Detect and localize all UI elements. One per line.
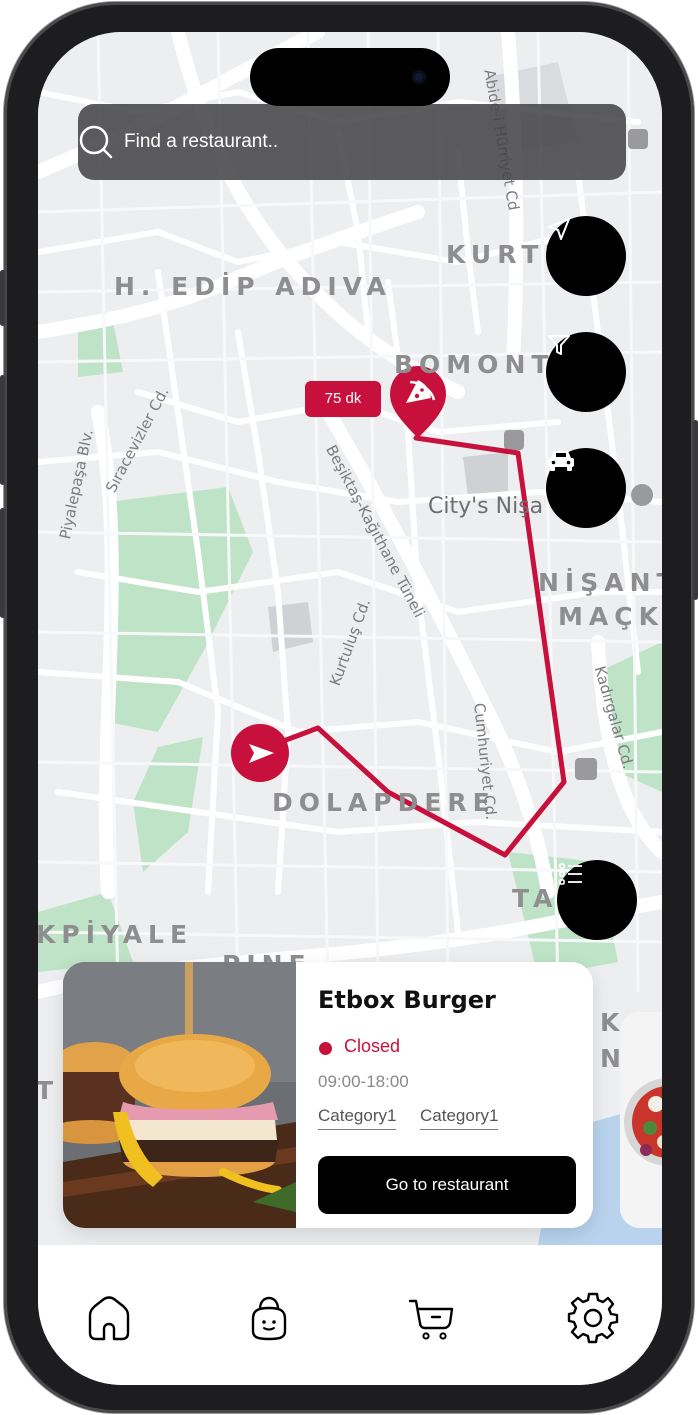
next-restaurant-card[interactable] (620, 1012, 662, 1228)
tab-home[interactable] (82, 1291, 136, 1345)
district-label: TA (512, 884, 559, 913)
bottom-tab-bar (38, 1245, 662, 1385)
screen: H. EDİP ADIVA KURTU BOMONT NİŞANT MAÇKA … (38, 32, 662, 1385)
list-view-button[interactable] (557, 860, 637, 940)
power-button (693, 420, 698, 600)
restaurant-photo (63, 962, 296, 1228)
go-to-restaurant-button[interactable]: Go to restaurant (318, 1156, 576, 1214)
district-label: NİŞANT (538, 568, 662, 597)
category-tag[interactable]: Category1 (318, 1106, 397, 1130)
metro-marker (504, 430, 524, 450)
map[interactable]: H. EDİP ADIVA KURTU BOMONT NİŞANT MAÇKA … (38, 32, 662, 1245)
opening-hours: 09:00-18:00 (318, 1072, 409, 1091)
tab-bag[interactable] (242, 1291, 296, 1345)
district-label: H. EDİP ADIVA (114, 272, 392, 301)
next-restaurant-photo (620, 1012, 662, 1228)
volume-down-button (0, 508, 5, 618)
status-text: Closed (344, 1036, 401, 1056)
search-icon[interactable] (78, 124, 114, 160)
locate-button[interactable] (546, 216, 626, 296)
origin-marker[interactable] (231, 724, 289, 782)
search-bar[interactable]: Find a restaurant.. (78, 104, 626, 180)
car-mode-button[interactable] (546, 448, 626, 528)
district-label: KPİYALE (38, 920, 194, 949)
filter-button[interactable] (546, 332, 626, 412)
status-indicator (319, 1042, 332, 1055)
bag-icon (251, 1296, 287, 1341)
tab-settings[interactable] (566, 1291, 620, 1345)
duration-badge: 75 dk (305, 381, 381, 417)
home-icon (88, 1296, 130, 1341)
car-icon (548, 451, 574, 471)
district-label: BOMONT (394, 350, 555, 379)
district-label: T (38, 1076, 60, 1105)
district-label: MAÇKA (558, 602, 662, 631)
settings-icon (567, 1292, 619, 1344)
cart-icon (408, 1299, 454, 1340)
dynamic-island (250, 48, 450, 106)
restaurant-name: Etbox Burger (318, 986, 496, 1014)
filter-funnel-icon (548, 335, 570, 355)
restaurant-card[interactable]: Etbox Burger Closed 09:00-18:00 Category… (63, 962, 593, 1228)
category-tag[interactable]: Category1 (420, 1106, 499, 1130)
action-button (0, 270, 5, 326)
search-input[interactable]: Find a restaurant.. (124, 104, 278, 180)
list-icon (559, 863, 582, 885)
tab-cart[interactable] (404, 1291, 458, 1345)
navigation-arrow-icon (548, 218, 570, 240)
poi-label: City's Nişa (428, 494, 544, 519)
volume-up-button (0, 375, 5, 485)
district-label: DOLAPDERE (272, 788, 496, 817)
